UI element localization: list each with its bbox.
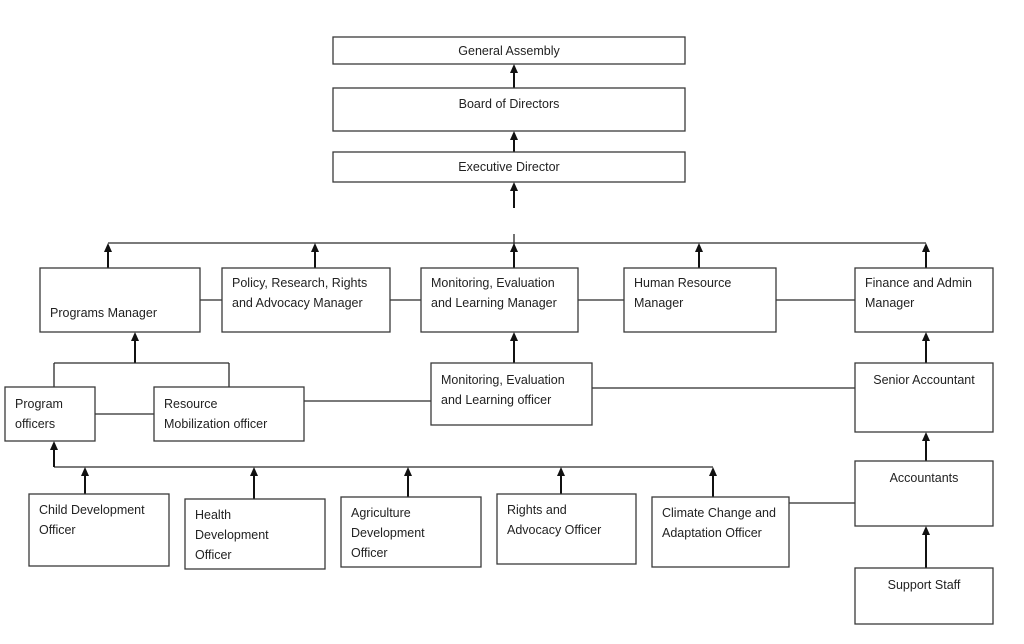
- node-mel-officer: Monitoring, Evaluation and Learning offic…: [430, 362, 593, 426]
- node-policy-manager: Policy, Research, Rights and Advocacy Man…: [221, 267, 391, 333]
- node-label: and Advocacy Manager: [232, 296, 363, 310]
- arrowhead-icon: [695, 243, 703, 252]
- node-label: Child Development: [39, 503, 145, 517]
- node-label: Climate Change and: [662, 506, 776, 520]
- node-label: Adaptation Officer: [662, 526, 762, 540]
- nodes: General Assembly Board of Directors Execut…: [4, 36, 994, 625]
- node-label: Officer: [351, 546, 388, 560]
- node-support-staff: Support Staff: [854, 567, 994, 625]
- arrowhead-icon: [404, 467, 412, 476]
- node-label: Monitoring, Evaluation: [441, 373, 565, 387]
- node-label: Programs Manager: [50, 306, 157, 320]
- node-label: Support Staff: [888, 578, 961, 592]
- node-label: Mobilization officer: [164, 417, 267, 431]
- arrowhead-icon: [922, 243, 930, 252]
- arrowhead-icon: [510, 64, 518, 73]
- node-label: Executive Director: [458, 160, 559, 174]
- node-label: Human Resource: [634, 276, 731, 290]
- arrowhead-icon: [131, 332, 139, 341]
- node-label: and Learning Manager: [431, 296, 557, 310]
- node-label: Manager: [634, 296, 683, 310]
- node-finance-manager: Finance and Admin Manager: [854, 267, 994, 333]
- node-label: Accountants: [890, 471, 959, 485]
- node-mel-manager: Monitoring, Evaluation and Learning Manag…: [420, 267, 579, 333]
- node-label: General Assembly: [458, 44, 560, 58]
- node-label: Program: [15, 397, 63, 411]
- node-agriculture-development-officer: Agriculture Development Officer: [340, 496, 482, 568]
- arrowhead-icon: [922, 526, 930, 535]
- node-label: officers: [15, 417, 55, 431]
- arrowhead-icon: [510, 243, 518, 252]
- node-label: Development: [351, 526, 425, 540]
- node-label: Officer: [195, 548, 232, 562]
- arrowhead-icon: [311, 243, 319, 252]
- node-label: Board of Directors: [459, 97, 560, 111]
- node-box: [153, 386, 305, 442]
- node-resource-mobilization-officer: Resource Mobilization officer: [153, 386, 305, 442]
- node-accountants: Accountants: [854, 460, 994, 527]
- node-general-assembly: General Assembly: [332, 36, 686, 65]
- arrowhead-icon: [510, 182, 518, 191]
- arrowhead-icon: [250, 467, 258, 476]
- node-program-officers: Program officers: [4, 386, 96, 442]
- node-label: Officer: [39, 523, 76, 537]
- arrowhead-icon: [104, 243, 112, 252]
- node-child-development-officer: Child Development Officer: [28, 493, 170, 567]
- node-health-development-officer: Health Development Officer: [184, 498, 326, 570]
- arrowhead-icon: [922, 332, 930, 341]
- node-board-of-directors: Board of Directors: [332, 87, 686, 132]
- node-programs-manager: Programs Manager: [39, 267, 201, 333]
- node-label: Agriculture: [351, 506, 411, 520]
- org-chart: General Assembly Board of Directors Execut…: [4, 36, 994, 625]
- node-executive-director: Executive Director: [332, 151, 686, 183]
- arrowhead-icon: [709, 467, 717, 476]
- node-rights-advocacy-officer: Rights and Advocacy Officer: [496, 493, 637, 565]
- node-climate-change-officer: Climate Change and Adaptation Officer: [651, 496, 790, 568]
- node-label: Rights and: [507, 503, 567, 517]
- node-senior-accountant: Senior Accountant: [854, 362, 994, 433]
- arrowhead-icon: [510, 131, 518, 140]
- node-label: Senior Accountant: [873, 373, 975, 387]
- arrowhead-icon: [922, 432, 930, 441]
- node-label: and Learning officer: [441, 393, 551, 407]
- node-label: Finance and Admin: [865, 276, 972, 290]
- node-label: Monitoring, Evaluation: [431, 276, 555, 290]
- arrowhead-icon: [557, 467, 565, 476]
- arrowhead-icon: [50, 441, 58, 450]
- node-label: Manager: [865, 296, 914, 310]
- node-box: [854, 567, 994, 625]
- node-hr-manager: Human Resource Manager: [623, 267, 777, 333]
- node-label: Health: [195, 508, 231, 522]
- node-box: [4, 386, 96, 442]
- node-label: Development: [195, 528, 269, 542]
- node-box: [39, 267, 201, 333]
- node-label: Advocacy Officer: [507, 523, 601, 537]
- node-label: Policy, Research, Rights: [232, 276, 367, 290]
- arrowhead-icon: [81, 467, 89, 476]
- arrowhead-icon: [510, 332, 518, 341]
- node-label: Resource: [164, 397, 218, 411]
